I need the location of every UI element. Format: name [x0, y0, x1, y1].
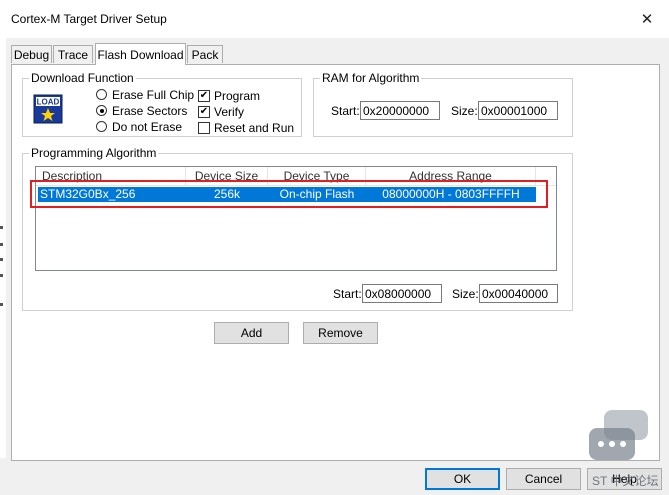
tab-debug[interactable]: Debug [11, 45, 52, 63]
ram-size-label: Size: [451, 104, 478, 118]
radio-label: Erase Sectors [112, 104, 188, 118]
window-title: Cortex-M Target Driver Setup [11, 12, 167, 26]
flash-start-label: Start: [333, 287, 362, 301]
title-bar: Cortex-M Target Driver Setup ✕ [0, 0, 669, 38]
ram-start-input[interactable] [360, 101, 440, 120]
checkbox-label: Verify [214, 105, 245, 119]
cancel-button[interactable]: Cancel [506, 468, 581, 490]
ok-button[interactable]: OK [425, 468, 500, 490]
algorithm-list[interactable]: Description Device Size Device Type Addr… [35, 166, 557, 271]
column-header-device-size[interactable]: Device Size [186, 167, 268, 185]
radio-indicator [96, 121, 107, 132]
checkmark-icon: ✔ [198, 90, 210, 102]
cell-device-size: 256k [213, 187, 241, 201]
dialog-window: Cortex-M Target Driver Setup ✕ Debug Tra… [0, 0, 669, 495]
tab-trace[interactable]: Trace [53, 45, 93, 63]
radio-label: Do not Erase [112, 120, 183, 134]
close-icon[interactable]: ✕ [636, 9, 658, 31]
tab-flash-download[interactable]: Flash Download [95, 43, 186, 65]
checkbox-box [198, 122, 210, 134]
list-header: Description Device Size Device Type Addr… [36, 167, 556, 186]
ram-for-algorithm-legend: RAM for Algorithm [320, 71, 422, 85]
table-row[interactable]: STM32G0Bx_256 256k On-chip Flash 0800000… [38, 187, 536, 202]
radio-indicator [96, 105, 107, 116]
edge-mark [0, 226, 3, 229]
radio-label: Erase Full Chip [112, 88, 195, 102]
edge-mark [0, 258, 3, 261]
help-button[interactable]: Help [587, 468, 662, 490]
edge-mark [0, 303, 3, 306]
checkbox-label: Reset and Run [214, 121, 295, 135]
ram-start-label: Start: [331, 104, 360, 118]
flash-size-label: Size: [452, 287, 479, 301]
checkbox-label: Program [214, 89, 261, 103]
download-function-legend: Download Function [29, 71, 136, 85]
column-header-description[interactable]: Description [36, 167, 186, 185]
column-header-address-range[interactable]: Address Range [366, 167, 536, 185]
add-button[interactable]: Add [214, 322, 289, 344]
flash-start-input[interactable] [362, 284, 442, 303]
radio-indicator [96, 89, 107, 100]
ram-size-input[interactable] [478, 101, 558, 120]
edge-mark [0, 274, 3, 277]
edge-mark [0, 243, 3, 246]
programming-algorithm-legend: Programming Algorithm [29, 146, 159, 160]
cell-device-type: On-chip Flash [279, 187, 355, 201]
load-icon-label: LOAD [37, 98, 60, 107]
flash-size-input[interactable] [479, 284, 558, 303]
load-icon: LOAD [33, 94, 63, 124]
remove-button[interactable]: Remove [303, 322, 378, 344]
background-window-edge [0, 38, 6, 458]
column-header-device-type[interactable]: Device Type [268, 167, 366, 185]
cell-description: STM32G0Bx_256 [40, 187, 136, 201]
cell-address-range: 08000000H - 0803FFFFH [382, 187, 520, 201]
tab-pack[interactable]: Pack [187, 45, 223, 63]
checkmark-icon: ✔ [198, 106, 210, 118]
